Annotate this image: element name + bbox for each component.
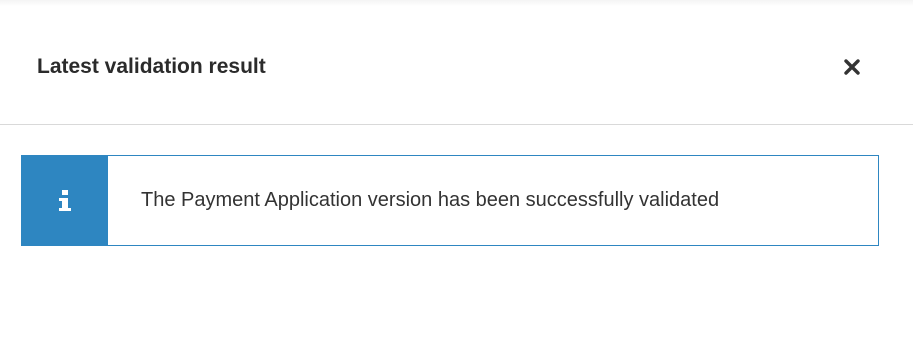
info-alert: The Payment Application version has been… [21, 155, 879, 246]
alert-message: The Payment Application version has been… [141, 189, 720, 211]
alert-icon-panel [22, 156, 108, 245]
close-button[interactable] [838, 53, 866, 81]
validation-result-dialog: Latest validation result The Payment App… [0, 0, 913, 347]
dialog-title: Latest validation result [37, 55, 266, 78]
dialog-header: Latest validation result [0, 0, 913, 125]
close-icon [844, 59, 860, 75]
info-icon [58, 189, 72, 212]
